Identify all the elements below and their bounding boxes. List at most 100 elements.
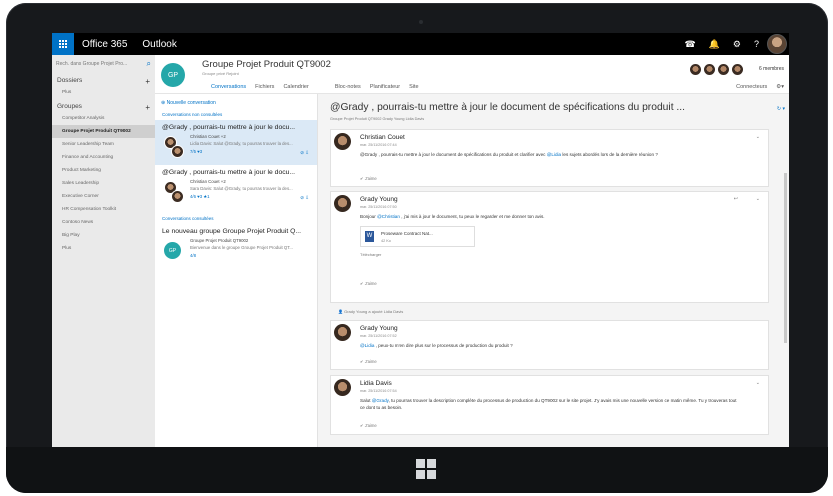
sender-avatar (334, 324, 351, 341)
group-item[interactable]: HR Compensation Toolkit (52, 203, 155, 216)
add-folder-icon[interactable]: + (145, 77, 150, 86)
message-menu-icon[interactable]: ⌄ (756, 134, 760, 140)
new-conversation-button[interactable]: ⊕ Nouvelle conversation (161, 100, 311, 106)
tab-conversations[interactable]: Conversations (211, 84, 246, 90)
conversation-meta: 4/8 (190, 253, 196, 258)
member-added-info: 👤 Grady Young a ajouté Lidia Davis (338, 309, 404, 314)
attachment-size: 42 Ko (381, 239, 391, 243)
group-item[interactable]: Finance and Accounting (52, 151, 155, 164)
settings-dropdown-icon[interactable]: ⚙▾ (776, 84, 784, 90)
like-button[interactable]: ✔ J'aime (360, 423, 377, 428)
folders-more-link[interactable]: Plus (52, 86, 155, 99)
conversation-preview: Bienvenue dans le groupe Groupe Projet P… (190, 245, 293, 250)
conversation-item-selected[interactable]: @Grady , pourrais-tu mettre à jour le do… (155, 120, 317, 165)
message-body: Salut @Grady, tu pourras trouver la desc… (360, 398, 737, 410)
member-avatar[interactable] (718, 64, 729, 75)
like-button[interactable]: ✔ J'aime (360, 176, 377, 181)
connectors-link[interactable]: Connecteurs (736, 84, 767, 90)
attachment-card[interactable]: W Proseware Contract Nat... 42 Ko (360, 226, 475, 247)
conversation-from: Christian Couet +2 (190, 134, 226, 139)
conversation-item[interactable]: @Grady , pourrais-tu mettre à jour le do… (155, 165, 317, 210)
attachment-name: Proseware Contract Nat... (381, 231, 433, 236)
group-item[interactable]: Contoso News (52, 216, 155, 229)
message-body: @Lidia , peux-tu m'en dire plus sur le p… (360, 343, 513, 348)
mention-link[interactable]: @Lidia (547, 152, 561, 157)
conversation-members: Groupe Projet Produit QT9002 Grady Young… (330, 117, 425, 121)
like-button[interactable]: ✔ J'aime (360, 359, 377, 364)
message-body: Bonjour @Christian , j'ai mis à jour le … (360, 214, 545, 219)
sender-avatar (334, 133, 351, 150)
group-item[interactable]: Big Play (52, 229, 155, 242)
skype-icon[interactable]: ☎ (684, 39, 695, 50)
conversation-list: ⊕ Nouvelle conversation Conversations no… (155, 94, 318, 447)
group-item[interactable]: Product Marketing (52, 164, 155, 177)
member-count[interactable]: 6 membres (759, 66, 784, 72)
message-date: mar. 25/11/2016 07:54 (360, 389, 397, 393)
group-item[interactable]: Sales Leadership (52, 177, 155, 190)
message-card[interactable]: Lidia Davis mar. 25/11/2016 07:54 Salut … (330, 375, 769, 435)
group-item[interactable]: Executive Corner (52, 190, 155, 203)
folders-header[interactable]: Dossiers + (52, 73, 155, 86)
groups-header[interactable]: Groupes + (52, 99, 155, 112)
member-avatar[interactable] (732, 64, 743, 75)
member-avatar[interactable] (704, 64, 715, 75)
sender-name: Grady Young (360, 196, 398, 203)
office-brand[interactable]: Office 365 (82, 39, 127, 50)
user-avatar[interactable] (767, 34, 787, 54)
message-menu-icon[interactable]: ⌄ (756, 380, 760, 386)
tab-notebook[interactable]: Bloc-notes (335, 84, 361, 90)
member-avatars[interactable] (690, 64, 743, 75)
message-card[interactable]: Grady Young mar. 25/11/2016 07:52 @Lidia… (330, 320, 769, 370)
mention-link[interactable]: @Grady (372, 398, 389, 403)
like-button[interactable]: ✔ J'aime (360, 281, 377, 286)
conversation-actions-icon[interactable]: ↻ ▾ (777, 106, 785, 112)
section-unread: Conversations non consultées (162, 112, 223, 117)
group-header: GP Groupe Projet Produit QT9002 Groupe p… (155, 55, 789, 87)
app-launcher-icon[interactable] (52, 33, 74, 55)
attachment-icon: ⊘ ⇩ (300, 150, 309, 155)
reading-scrollbar[interactable] (784, 173, 787, 343)
camera (419, 20, 423, 24)
mention-link[interactable]: @Lidia (360, 343, 374, 348)
download-link[interactable]: Télécharger (360, 252, 381, 257)
navigation-pane: Rech. dans Groupe Projet Pro... ⌕ Dossier… (52, 55, 155, 447)
message-date: mar. 25/11/2016 07:44 (360, 143, 397, 147)
message-menu-icon[interactable]: ⌄ (756, 196, 760, 202)
group-subtitle: Groupe privé Rejoint (202, 71, 239, 76)
conversation-from: Groupe Projet Produit QT9002 (190, 238, 249, 243)
windows-button-icon[interactable] (416, 459, 436, 479)
reply-icon[interactable]: ↩ (734, 196, 738, 202)
conversation-heading: @Grady , pourrais-tu mettre à jour le do… (330, 102, 685, 113)
section-read: Conversations consultées (162, 216, 214, 221)
conversation-preview: Lidia Davis: Salut @Grady, tu pourras tr… (190, 141, 293, 146)
group-item-selected[interactable]: Groupe Projet Produit QT9002 (52, 125, 155, 138)
attachment-icon: ⊘ ⇩ (300, 195, 309, 200)
sender-name: Lidia Davis (360, 380, 392, 387)
search-box[interactable]: Rech. dans Groupe Projet Pro... ⌕ (56, 58, 151, 70)
group-item[interactable]: Senior Leadership Team (52, 138, 155, 151)
mention-link[interactable]: @Christian (377, 214, 400, 219)
sender-name: Christian Couet (360, 134, 405, 141)
tab-planner[interactable]: Planificateur (370, 84, 400, 90)
message-date: mar. 25/11/2016 07:50 (360, 205, 397, 209)
search-input[interactable]: Rech. dans Groupe Projet Pro... (56, 61, 127, 67)
help-icon[interactable]: ? (754, 39, 759, 49)
conversation-title: @Grady , pourrais-tu mettre à jour le do… (162, 169, 296, 176)
tab-files[interactable]: Fichiers (255, 84, 274, 90)
notification-icon[interactable]: 🔔 (709, 39, 720, 50)
sender-avatar (334, 379, 351, 396)
message-card[interactable]: Grady Young mar. 25/11/2016 07:50 Bonjou… (330, 191, 769, 303)
add-group-icon[interactable]: + (145, 103, 150, 112)
search-icon[interactable]: ⌕ (147, 59, 151, 69)
tab-calendar[interactable]: Calendrier (283, 84, 308, 90)
message-card[interactable]: Christian Couet mar. 25/11/2016 07:44 @G… (330, 129, 769, 187)
member-avatar[interactable] (690, 64, 701, 75)
group-item[interactable]: Competitor Analysis (52, 112, 155, 125)
settings-icon[interactable]: ⚙ (733, 39, 741, 50)
tab-site[interactable]: Site (409, 84, 418, 90)
conversation-item[interactable]: Le nouveau groupe Groupe Projet Produit … (155, 224, 317, 269)
groups-more-link[interactable]: Plus (52, 242, 155, 255)
conversation-meta: 7/5 ♥3 (190, 149, 203, 154)
topbar-icons: ☎ 🔔 ⚙ ? (684, 33, 759, 55)
sender-name: Grady Young (360, 325, 398, 332)
